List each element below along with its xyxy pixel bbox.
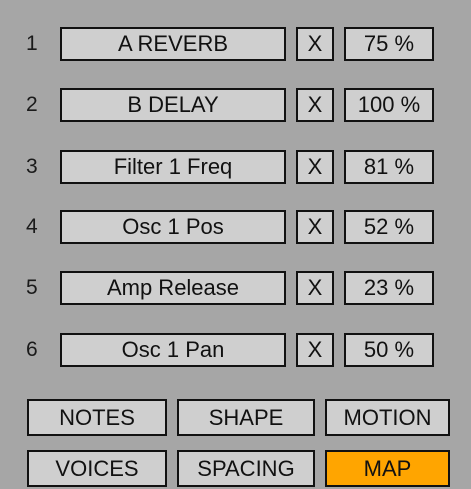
param-name-button[interactable]: A REVERB — [60, 27, 286, 61]
spacing-tab-button[interactable]: SPACING — [177, 450, 315, 487]
value-number-box[interactable]: 50 % — [344, 333, 434, 367]
clear-mapping-button[interactable]: X — [296, 333, 334, 367]
clear-mapping-button[interactable]: X — [296, 88, 334, 122]
value-number-box[interactable]: 75 % — [344, 27, 434, 61]
mapping-device: 1 A REVERB X 75 % 2 B DELAY X 100 % 3 Fi… — [0, 0, 471, 489]
clear-mapping-button[interactable]: X — [296, 271, 334, 305]
clear-mapping-button[interactable]: X — [296, 210, 334, 244]
slot-number: 6 — [26, 338, 38, 361]
map-tab-button[interactable]: MAP — [325, 450, 450, 487]
value-number-box[interactable]: 23 % — [344, 271, 434, 305]
motion-tab-button[interactable]: MOTION — [325, 399, 450, 436]
notes-tab-button[interactable]: NOTES — [27, 399, 167, 436]
shape-tab-button[interactable]: SHAPE — [177, 399, 315, 436]
slot-number: 5 — [26, 276, 38, 299]
param-name-button[interactable]: Osc 1 Pos — [60, 210, 286, 244]
param-name-button[interactable]: Amp Release — [60, 271, 286, 305]
clear-mapping-button[interactable]: X — [296, 27, 334, 61]
clear-mapping-button[interactable]: X — [296, 150, 334, 184]
voices-tab-button[interactable]: VOICES — [27, 450, 167, 487]
slot-number: 2 — [26, 93, 38, 116]
value-number-box[interactable]: 81 % — [344, 150, 434, 184]
param-name-button[interactable]: B DELAY — [60, 88, 286, 122]
slot-number: 4 — [26, 215, 38, 238]
slot-number: 3 — [26, 155, 38, 178]
value-number-box[interactable]: 100 % — [344, 88, 434, 122]
value-number-box[interactable]: 52 % — [344, 210, 434, 244]
slot-number: 1 — [26, 32, 38, 55]
param-name-button[interactable]: Osc 1 Pan — [60, 333, 286, 367]
param-name-button[interactable]: Filter 1 Freq — [60, 150, 286, 184]
